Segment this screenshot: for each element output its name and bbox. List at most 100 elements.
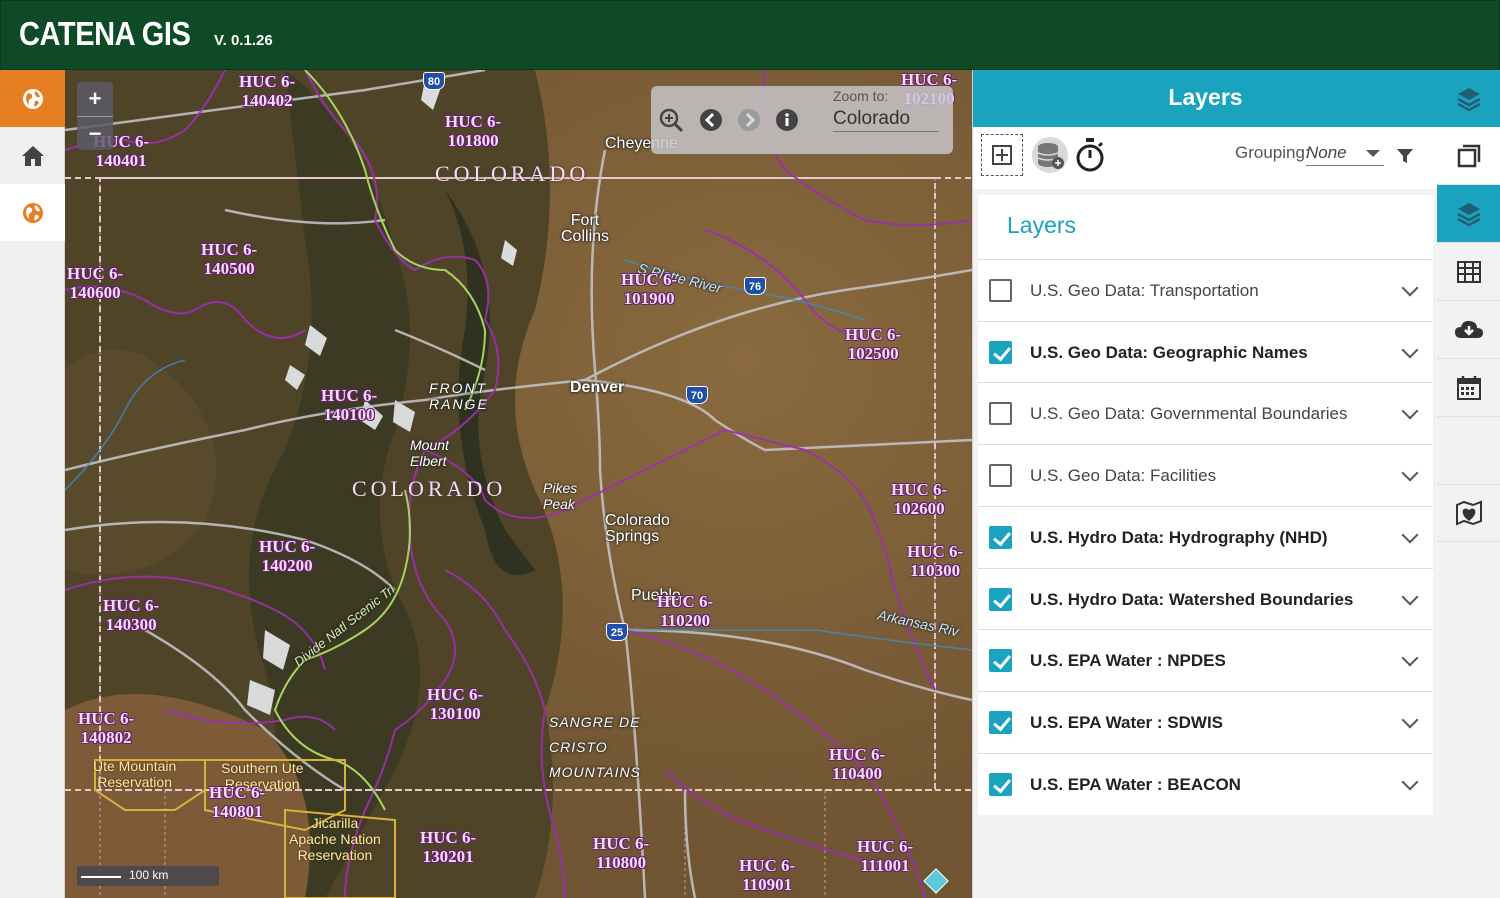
layers-icon	[1456, 202, 1481, 226]
layer-checkbox[interactable]	[989, 402, 1012, 425]
highway-shield-76: 76	[744, 277, 766, 295]
table-icon	[1456, 260, 1481, 283]
layer-row[interactable]: U.S. Hydro Data: Hydrography (NHD)	[978, 506, 1433, 567]
layers-icon	[1456, 87, 1481, 111]
map-view[interactable]: COLORADO COLORADO Cheyenne Fort Collins …	[65, 70, 972, 898]
timer-button[interactable]	[1074, 137, 1106, 178]
add-layer-button[interactable]	[981, 134, 1023, 176]
right-rail	[1437, 70, 1500, 898]
grouping-label: Grouping:	[1235, 143, 1310, 162]
layer-row[interactable]: U.S. Geo Data: Governmental Boundaries	[978, 382, 1433, 443]
huc-label: HUC 6- 102500	[845, 325, 902, 363]
chevron-down-icon[interactable]	[1401, 341, 1419, 359]
layer-label: U.S. Geo Data: Geographic Names	[1030, 343, 1308, 362]
state-label-colorado-center: COLORADO	[352, 476, 507, 501]
home-button[interactable]	[0, 127, 65, 184]
zoom-in-button[interactable]: +	[77, 82, 113, 116]
scale-text: 100 km	[129, 868, 169, 882]
huc-label: HUC 6- 110300	[907, 542, 964, 580]
highway-shield-70: 70	[686, 386, 708, 404]
chevron-down-icon[interactable]	[1401, 279, 1419, 297]
map-favorites-button[interactable]	[1437, 484, 1500, 542]
chevron-down-icon[interactable]	[1401, 773, 1419, 791]
layer-checkbox[interactable]	[989, 773, 1012, 796]
filter-icon	[1397, 149, 1413, 163]
layer-checkbox[interactable]	[989, 711, 1012, 734]
chevron-right-circle-icon	[738, 109, 760, 131]
previous-extent-button[interactable]	[697, 106, 725, 134]
window-icon	[1457, 144, 1480, 167]
layers-toggle-button[interactable]	[1437, 70, 1500, 127]
huc-label: HUC 6- 140801	[209, 783, 266, 821]
scale-bar-line	[81, 876, 121, 878]
add-box-icon	[992, 145, 1012, 165]
layer-checkbox[interactable]	[989, 279, 1012, 302]
place-jicarilla-reservation: Jicarilla Apache Nation Reservation	[289, 815, 381, 863]
layer-row[interactable]: U.S. EPA Water : SDWIS	[978, 691, 1433, 752]
layers-panel-title: Layers	[1168, 84, 1243, 110]
layers-panel-header: Layers	[973, 70, 1438, 127]
app-title: CATENA GIS	[19, 15, 191, 52]
layers-button[interactable]	[1437, 185, 1500, 243]
layer-label: U.S. Geo Data: Governmental Boundaries	[1030, 404, 1348, 423]
chevron-down-icon[interactable]	[1401, 588, 1419, 606]
info-button[interactable]	[773, 106, 801, 134]
calendar-button[interactable]	[1437, 359, 1500, 417]
zoom-out-button[interactable]: −	[77, 116, 113, 150]
layer-row[interactable]: U.S. EPA Water : NPDES	[978, 629, 1433, 690]
layer-checkbox[interactable]	[989, 526, 1012, 549]
layer-label: U.S. Hydro Data: Watershed Boundaries	[1030, 590, 1354, 609]
huc-label: HUC 6- 101900	[621, 270, 678, 308]
globe-icon	[22, 88, 43, 109]
chevron-down-icon[interactable]	[1401, 526, 1419, 544]
layer-checkbox[interactable]	[989, 649, 1012, 672]
place-mount-elbert: Mount Elbert	[410, 437, 449, 469]
layer-checkbox[interactable]	[989, 341, 1012, 364]
layer-row[interactable]: U.S. Geo Data: Facilities	[978, 444, 1433, 505]
chevron-left-circle-icon	[700, 109, 722, 131]
calendar-icon	[1456, 375, 1481, 400]
next-extent-button[interactable]	[735, 106, 763, 134]
caret-down-icon	[1366, 150, 1380, 157]
layer-label: U.S. EPA Water : BEACON	[1030, 775, 1241, 794]
info-icon	[776, 109, 798, 131]
stopwatch-icon	[1076, 138, 1104, 172]
layer-row[interactable]: U.S. Geo Data: Transportation	[978, 259, 1433, 320]
zoom-to-select[interactable]: Colorado	[833, 108, 939, 132]
globe-icon	[22, 202, 43, 223]
layer-checkbox[interactable]	[989, 588, 1012, 611]
chevron-down-icon[interactable]	[1401, 402, 1419, 420]
app-version: V. 0.1.26	[214, 32, 273, 49]
huc-label: HUC 6- 130100	[427, 685, 484, 723]
globe-map-button[interactable]	[0, 184, 65, 241]
download-button[interactable]	[1437, 301, 1500, 359]
filter-button[interactable]	[1396, 147, 1414, 170]
chevron-down-icon[interactable]	[1401, 649, 1419, 667]
chevron-down-icon[interactable]	[1401, 711, 1419, 729]
table-button[interactable]	[1437, 243, 1500, 301]
layers-heading: Layers	[1007, 212, 1077, 238]
place-colorado-springs: Colorado Springs	[605, 512, 670, 545]
zoom-to-label: Zoom to:	[833, 88, 889, 104]
home-icon	[21, 145, 44, 166]
zoom-extent-button[interactable]	[657, 106, 685, 134]
layer-checkbox[interactable]	[989, 464, 1012, 487]
globe-button[interactable]	[0, 70, 65, 127]
cloud-download-icon	[1454, 320, 1483, 338]
huc-label: HUC 6- 101800	[445, 112, 502, 150]
layer-row[interactable]: U.S. Hydro Data: Watershed Boundaries	[978, 568, 1433, 629]
highway-shield-25: 25	[606, 623, 628, 641]
layers-list: Layers U.S. Geo Data: Transportation U.S…	[978, 195, 1433, 815]
huc-label: HUC 6- 111001	[857, 837, 914, 875]
grouping-select[interactable]: None	[1306, 143, 1384, 166]
place-sangre-de-cristo: SANGRE DE CRISTO MOUNTAINS	[549, 714, 641, 780]
magnifier-plus-icon	[659, 108, 684, 133]
map-nav-toolbar: Zoom to: Colorado	[651, 86, 953, 154]
layer-row[interactable]: U.S. Geo Data: Geographic Names	[978, 321, 1433, 382]
place-fort-collins: Fort Collins	[561, 212, 610, 245]
window-button[interactable]	[1437, 127, 1500, 185]
layer-row[interactable]: U.S. EPA Water : BEACON	[978, 753, 1433, 814]
chevron-down-icon[interactable]	[1401, 464, 1419, 482]
add-data-button[interactable]	[1031, 136, 1069, 179]
place-denver: Denver	[570, 379, 625, 396]
